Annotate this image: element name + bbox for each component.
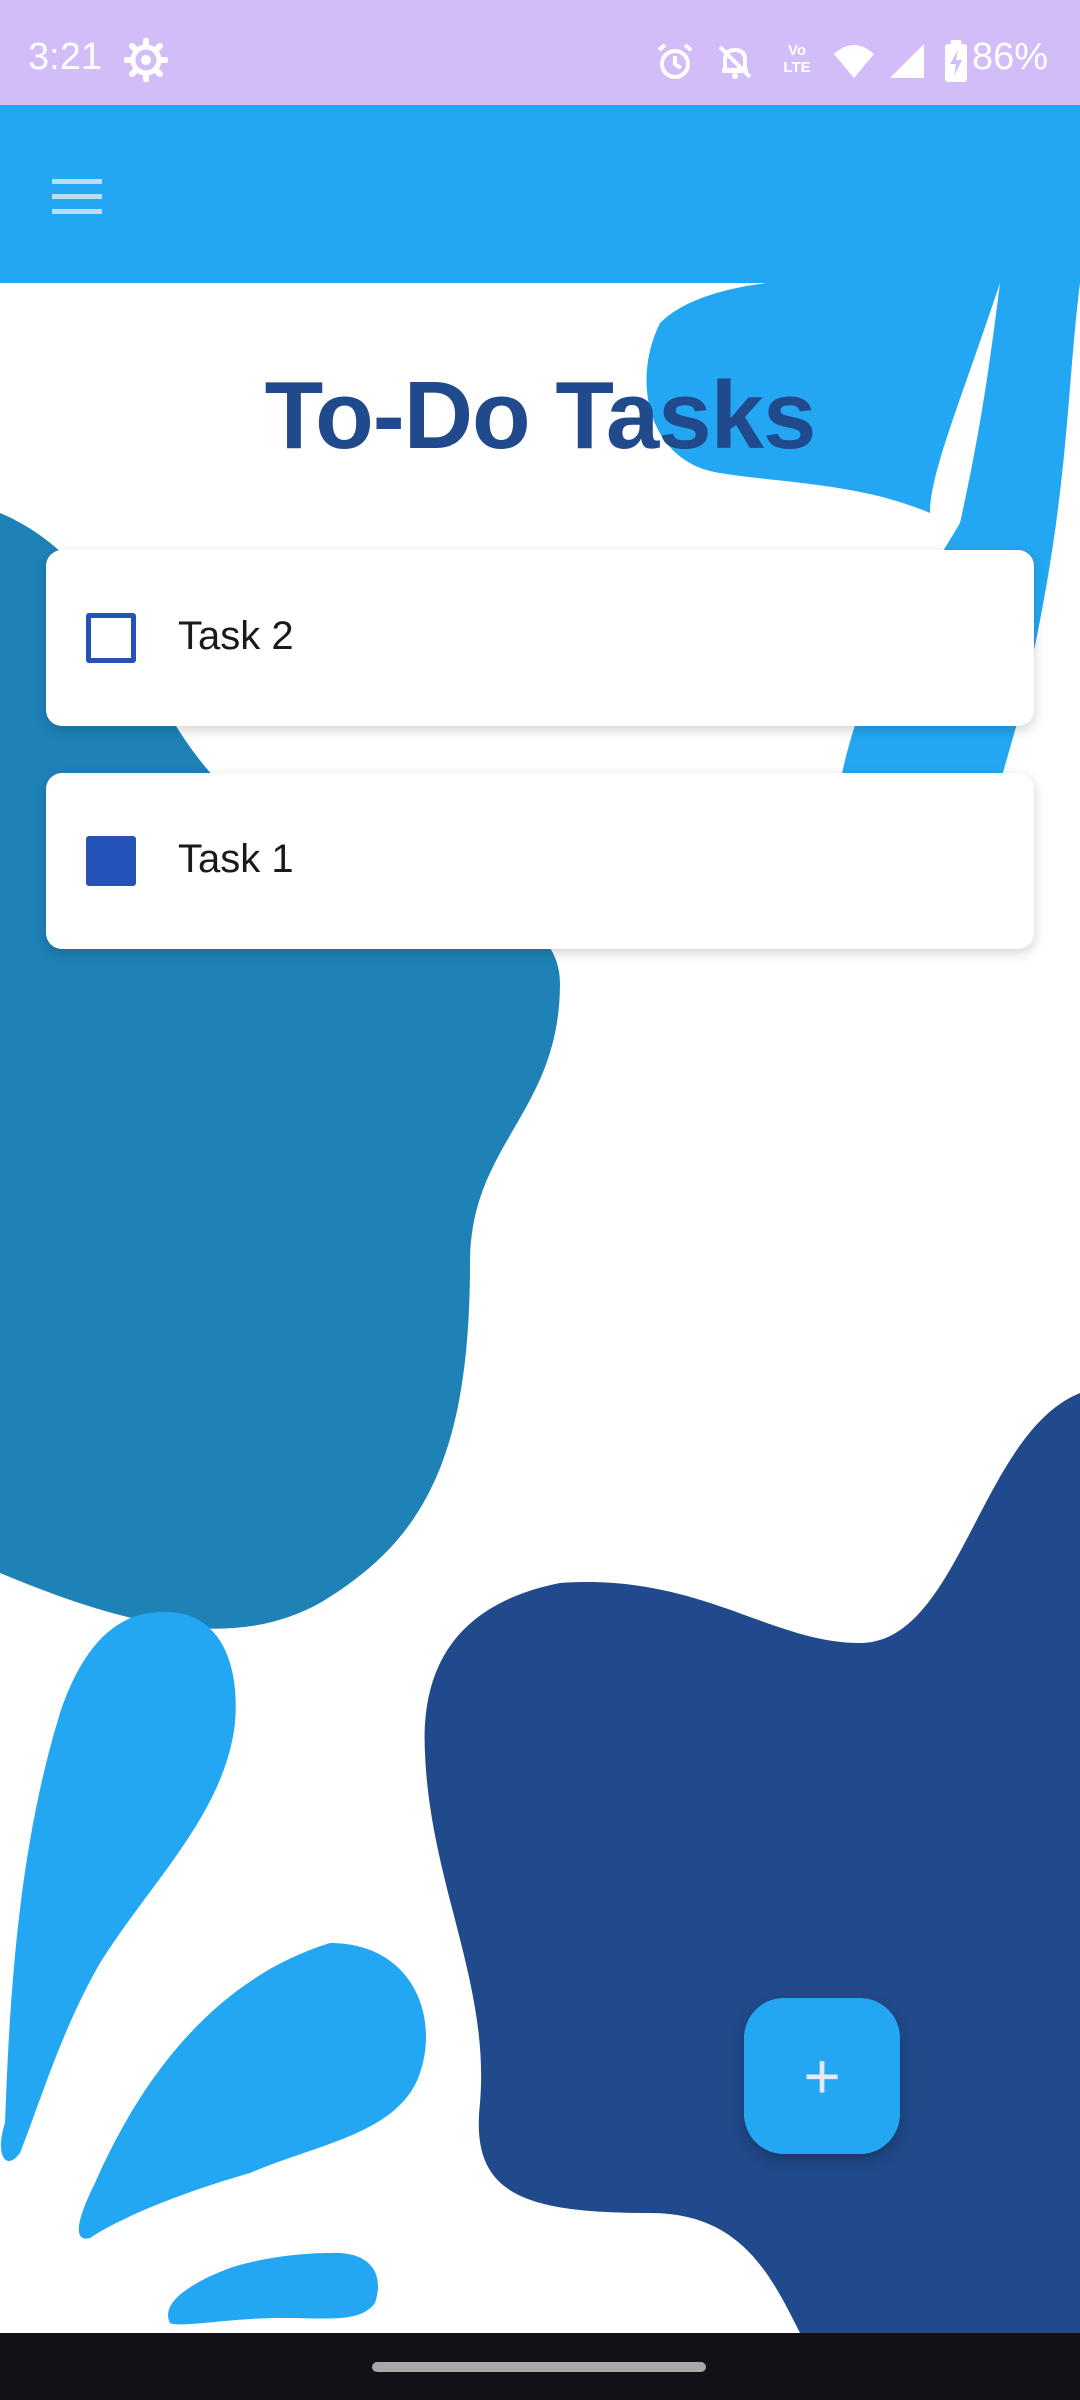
app-bar bbox=[0, 105, 1080, 283]
bg-drop-3 bbox=[168, 2252, 378, 2325]
menu-button[interactable] bbox=[44, 167, 110, 227]
add-task-button[interactable]: + bbox=[744, 1998, 900, 2154]
status-bar: 3:21 Vo LTE 86% bbox=[0, 0, 1080, 105]
status-time: 3:21 bbox=[28, 36, 102, 78]
settings-gear-icon bbox=[124, 38, 168, 82]
task-label: Task 1 bbox=[178, 837, 294, 881]
battery-charging-icon bbox=[945, 40, 967, 82]
page-title: To-Do Tasks bbox=[264, 362, 817, 469]
task-card-task-2[interactable]: Task 2 bbox=[46, 550, 1034, 726]
volte-line2: LTE bbox=[783, 59, 811, 76]
hamburger-menu-icon bbox=[52, 179, 102, 214]
system-nav-bar bbox=[0, 2333, 1080, 2400]
content-area: To-Do Tasks Task 2 Task 1 + bbox=[0, 283, 1080, 2333]
bg-blob-bottom-right-dark bbox=[424, 1393, 1080, 2333]
alarm-icon bbox=[657, 43, 693, 79]
bg-drop-2 bbox=[78, 1943, 427, 2239]
volte-line1: Vo bbox=[787, 42, 807, 59]
task-card-task-1[interactable]: Task 1 bbox=[46, 773, 1034, 949]
task-checkbox-task-2[interactable] bbox=[86, 613, 136, 663]
wifi-icon bbox=[834, 45, 874, 78]
signal-icon bbox=[890, 44, 924, 78]
home-gesture-pill[interactable] bbox=[372, 2362, 706, 2372]
battery-percent: 86% bbox=[972, 36, 1049, 78]
volte-icon: Vo LTE bbox=[777, 42, 817, 82]
task-label: Task 2 bbox=[178, 614, 294, 658]
task-checkbox-task-1[interactable] bbox=[86, 836, 136, 886]
notifications-off-icon bbox=[718, 45, 752, 79]
